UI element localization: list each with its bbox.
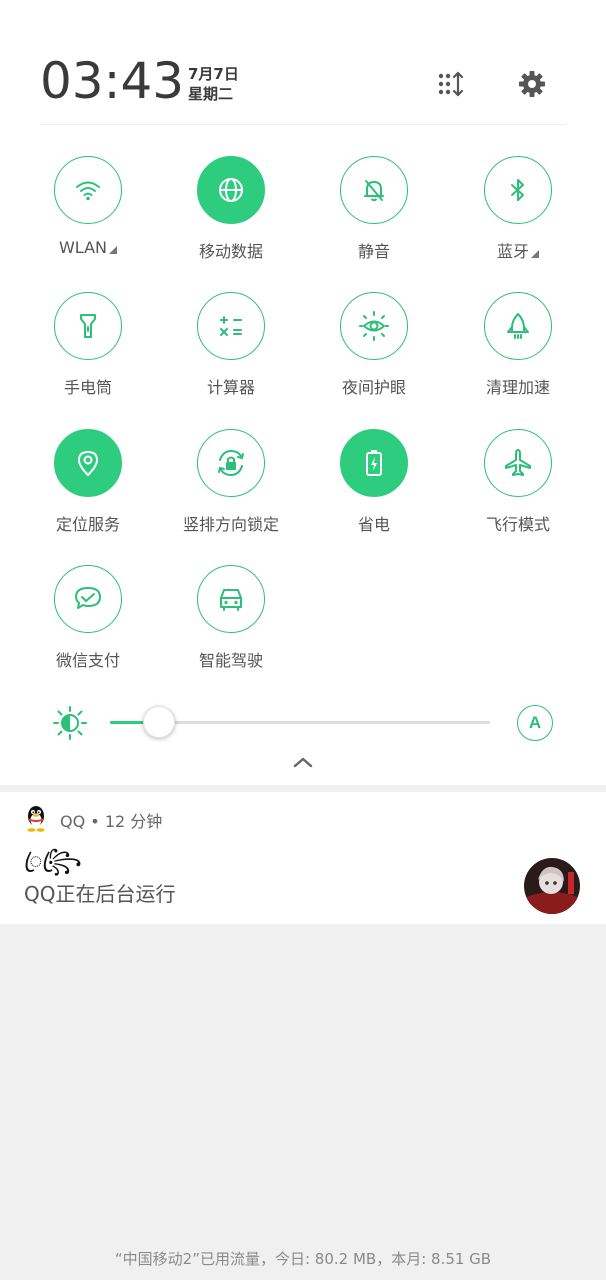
battery-saver-icon (366, 450, 382, 476)
tile-label: 飞行模式 (485, 515, 550, 534)
tile-airplane[interactable]: 飞行模式 (446, 429, 590, 549)
tile-label: 手电筒 (63, 378, 112, 397)
submenu-indicator-icon (109, 246, 117, 254)
tile-mobile-data[interactable]: 移动数据 (159, 156, 303, 276)
car-icon (220, 589, 242, 611)
tile-cleanup[interactable]: 清理加速 (446, 292, 590, 412)
tile-wechat-pay[interactable]: 微信支付 (16, 565, 160, 685)
weekday-text: 星期二 (188, 85, 234, 103)
airplane-icon (505, 449, 531, 476)
eye-sun-icon (359, 311, 389, 341)
tile-calculator-button[interactable] (197, 292, 265, 360)
notification-separator: • (90, 812, 100, 831)
tile-wechat-pay-button[interactable] (54, 565, 122, 633)
tile-label: 计算器 (206, 378, 255, 397)
globe-icon (219, 178, 243, 202)
tile-label: 静音 (357, 242, 390, 261)
wechat-pay-icon (75, 587, 101, 609)
tile-rotation-lock[interactable]: 竖排方向锁定 (159, 429, 303, 549)
flashlight-icon (80, 314, 96, 338)
rocket-icon (507, 313, 529, 339)
tile-label: 夜间护眼 (341, 378, 406, 397)
tile-label: 竖排方向锁定 (182, 515, 279, 534)
bell-off-icon (364, 180, 384, 202)
rotation-lock-icon (218, 449, 244, 477)
tile-night-eye[interactable]: 夜间护眼 (302, 292, 446, 412)
tile-location-button[interactable] (54, 429, 122, 497)
auto-brightness-button[interactable]: A (517, 705, 553, 741)
location-icon (78, 451, 98, 476)
clock: 03:43 (40, 52, 185, 110)
tile-bluetooth[interactable]: 蓝牙 (446, 156, 590, 276)
wifi-icon (76, 181, 100, 201)
tile-mobile-data-button[interactable] (197, 156, 265, 224)
notification-app-name: QQ (60, 812, 86, 831)
tile-flashlight-button[interactable] (54, 292, 122, 360)
tile-wlan-button[interactable] (54, 156, 122, 224)
quick-settings-panel: 03:43 7月7日 星期二 WLAN 移动数据 静音 蓝牙 手电筒 计算器 夜… (0, 0, 606, 785)
gear-icon[interactable] (516, 68, 548, 100)
qq-penguin-icon (27, 806, 45, 832)
tile-label: 微信支付 (55, 651, 120, 670)
avatar (524, 858, 580, 914)
tile-label: 省电 (357, 515, 390, 534)
tile-wlan[interactable]: WLAN (16, 156, 160, 276)
tile-airplane-button[interactable] (484, 429, 552, 497)
tile-night-eye-button[interactable] (340, 292, 408, 360)
tile-rotation-lock-button[interactable] (197, 429, 265, 497)
tile-location[interactable]: 定位服务 (16, 429, 160, 549)
header-divider (40, 124, 566, 125)
tile-label: 智能驾驶 (198, 651, 263, 670)
tile-battery-saver-button[interactable] (340, 429, 408, 497)
chevron-up-icon[interactable] (291, 752, 315, 772)
tile-label: WLAN (16, 238, 160, 257)
tile-battery-saver[interactable]: 省电 (302, 429, 446, 549)
edit-tiles-icon[interactable] (435, 68, 467, 100)
tile-bluetooth-button[interactable] (484, 156, 552, 224)
calculator-icon (220, 316, 242, 336)
brightness-slider-thumb[interactable] (143, 706, 176, 738)
tile-label: 定位服务 (55, 515, 120, 534)
qq-notification[interactable]: QQ • 12 分钟 ꦿ꧂ꦿ QQ正在后台运行 (0, 792, 606, 924)
tile-silent-button[interactable] (340, 156, 408, 224)
tile-cleanup-button[interactable] (484, 292, 552, 360)
tile-silent[interactable]: 静音 (302, 156, 446, 276)
tile-smart-driving[interactable]: 智能驾驶 (159, 565, 303, 685)
notification-body: QQ正在后台运行 (24, 882, 176, 906)
tile-label: 清理加速 (485, 378, 550, 397)
date-block: 7月7日 星期二 (188, 64, 239, 104)
tile-label: 移动数据 (198, 242, 263, 261)
brightness-row: A (0, 700, 606, 746)
tile-calculator[interactable]: 计算器 (159, 292, 303, 412)
bluetooth-icon (511, 179, 524, 201)
notification-time: 12 分钟 (104, 812, 163, 831)
submenu-indicator-icon (531, 250, 539, 258)
tile-flashlight[interactable]: 手电筒 (16, 292, 160, 412)
tile-label: 蓝牙 (446, 238, 590, 262)
date-text: 7月7日 (188, 65, 239, 83)
notification-header: QQ • 12 分钟 (60, 808, 162, 832)
brightness-icon (53, 706, 87, 740)
data-usage-footer: “中国移动2”已用流量，今日: 80.2 MB，本月: 8.51 GB (114, 1250, 492, 1268)
tile-smart-driving-button[interactable] (197, 565, 265, 633)
